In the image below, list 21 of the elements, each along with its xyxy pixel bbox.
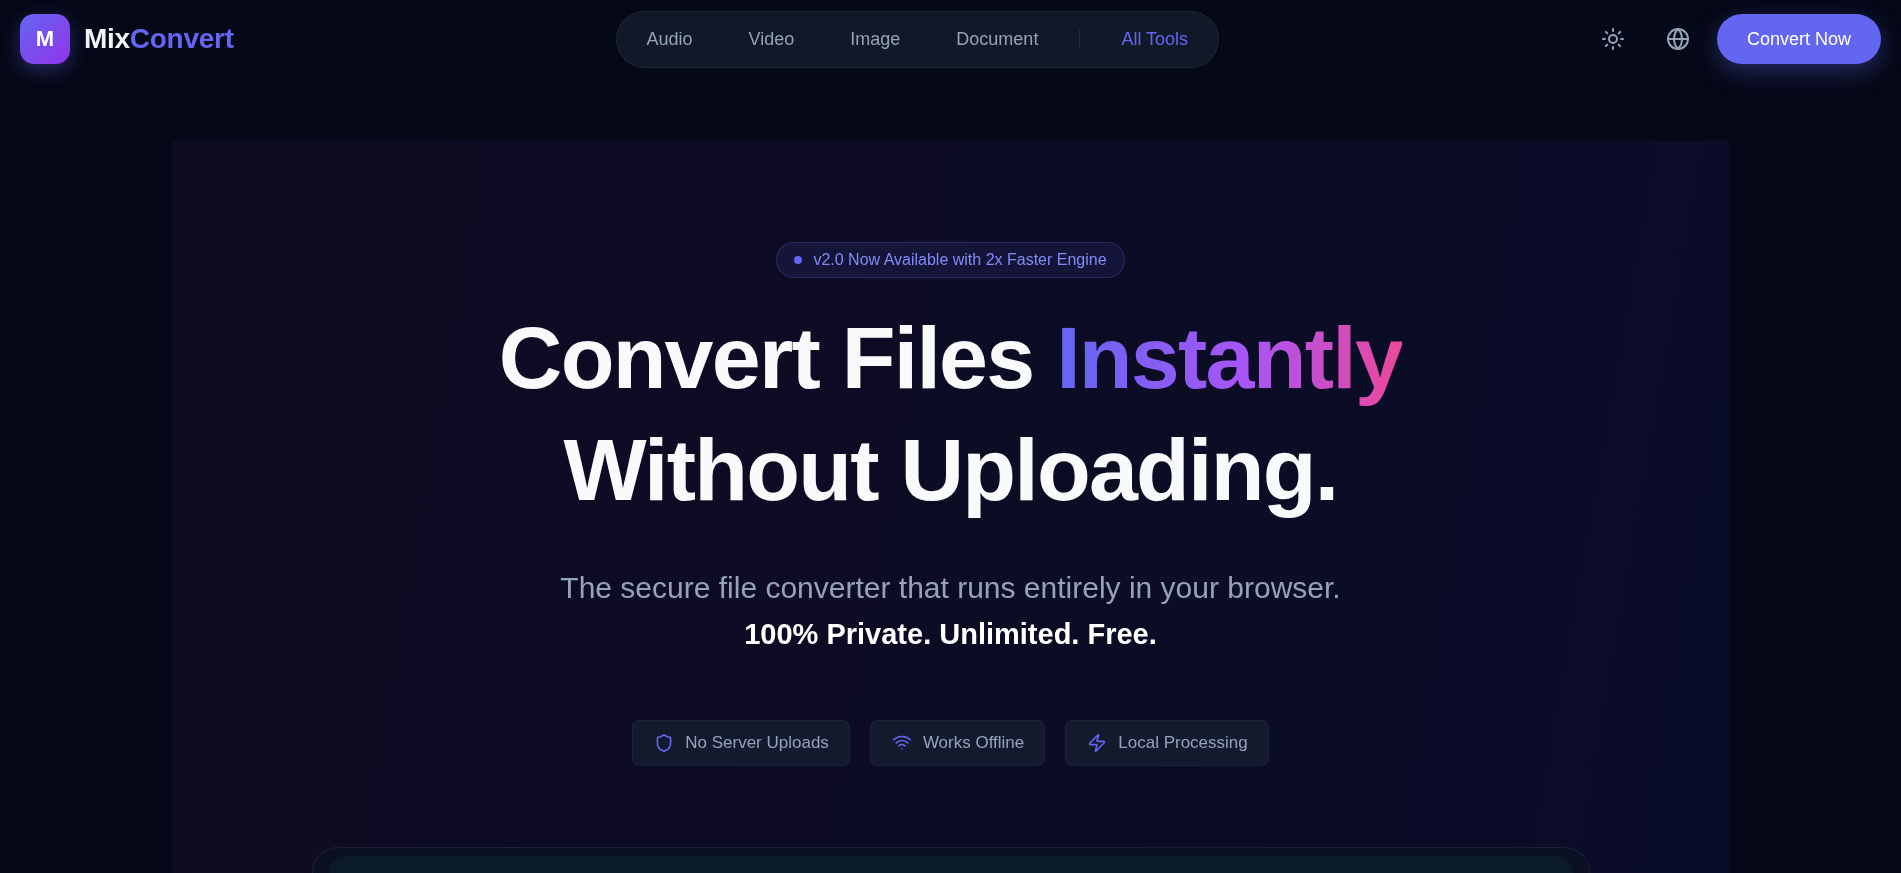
nav-link[interactable]: Audio [618, 20, 721, 58]
status-dot-icon [794, 256, 803, 264]
feature-label: Works Offline [922, 733, 1025, 753]
feature-label: No Server Uploads [685, 733, 829, 753]
logo-mark[interactable]: M [20, 14, 70, 64]
hero-subtitle: The secure file converter that runs entirely in your browser. [560, 570, 1341, 606]
convert-now-button[interactable]: Convert Now [1716, 14, 1881, 64]
wifi-icon [892, 734, 911, 752]
nav-link[interactable]: Document [928, 20, 1067, 58]
hero-tagline: 100% Private. Unlimited. Free. [744, 617, 1157, 652]
lightning-icon [1088, 734, 1107, 752]
badge-text: v2.0 Now Available with 2x Faster Engine [813, 251, 1107, 269]
sun-icon[interactable] [1600, 27, 1625, 51]
shield-icon [655, 734, 674, 752]
nav-link[interactable]: Image [822, 20, 929, 58]
feature-label: Local Processing [1118, 733, 1248, 753]
hero-headline: Convert Files Instantly Without Uploading. [498, 307, 1403, 521]
nav-link[interactable]: Video [720, 20, 823, 58]
nav-link[interactable]: All Tools [1093, 20, 1217, 58]
brand-name[interactable]: MixConvert [84, 23, 234, 55]
globe-icon[interactable] [1665, 27, 1690, 51]
